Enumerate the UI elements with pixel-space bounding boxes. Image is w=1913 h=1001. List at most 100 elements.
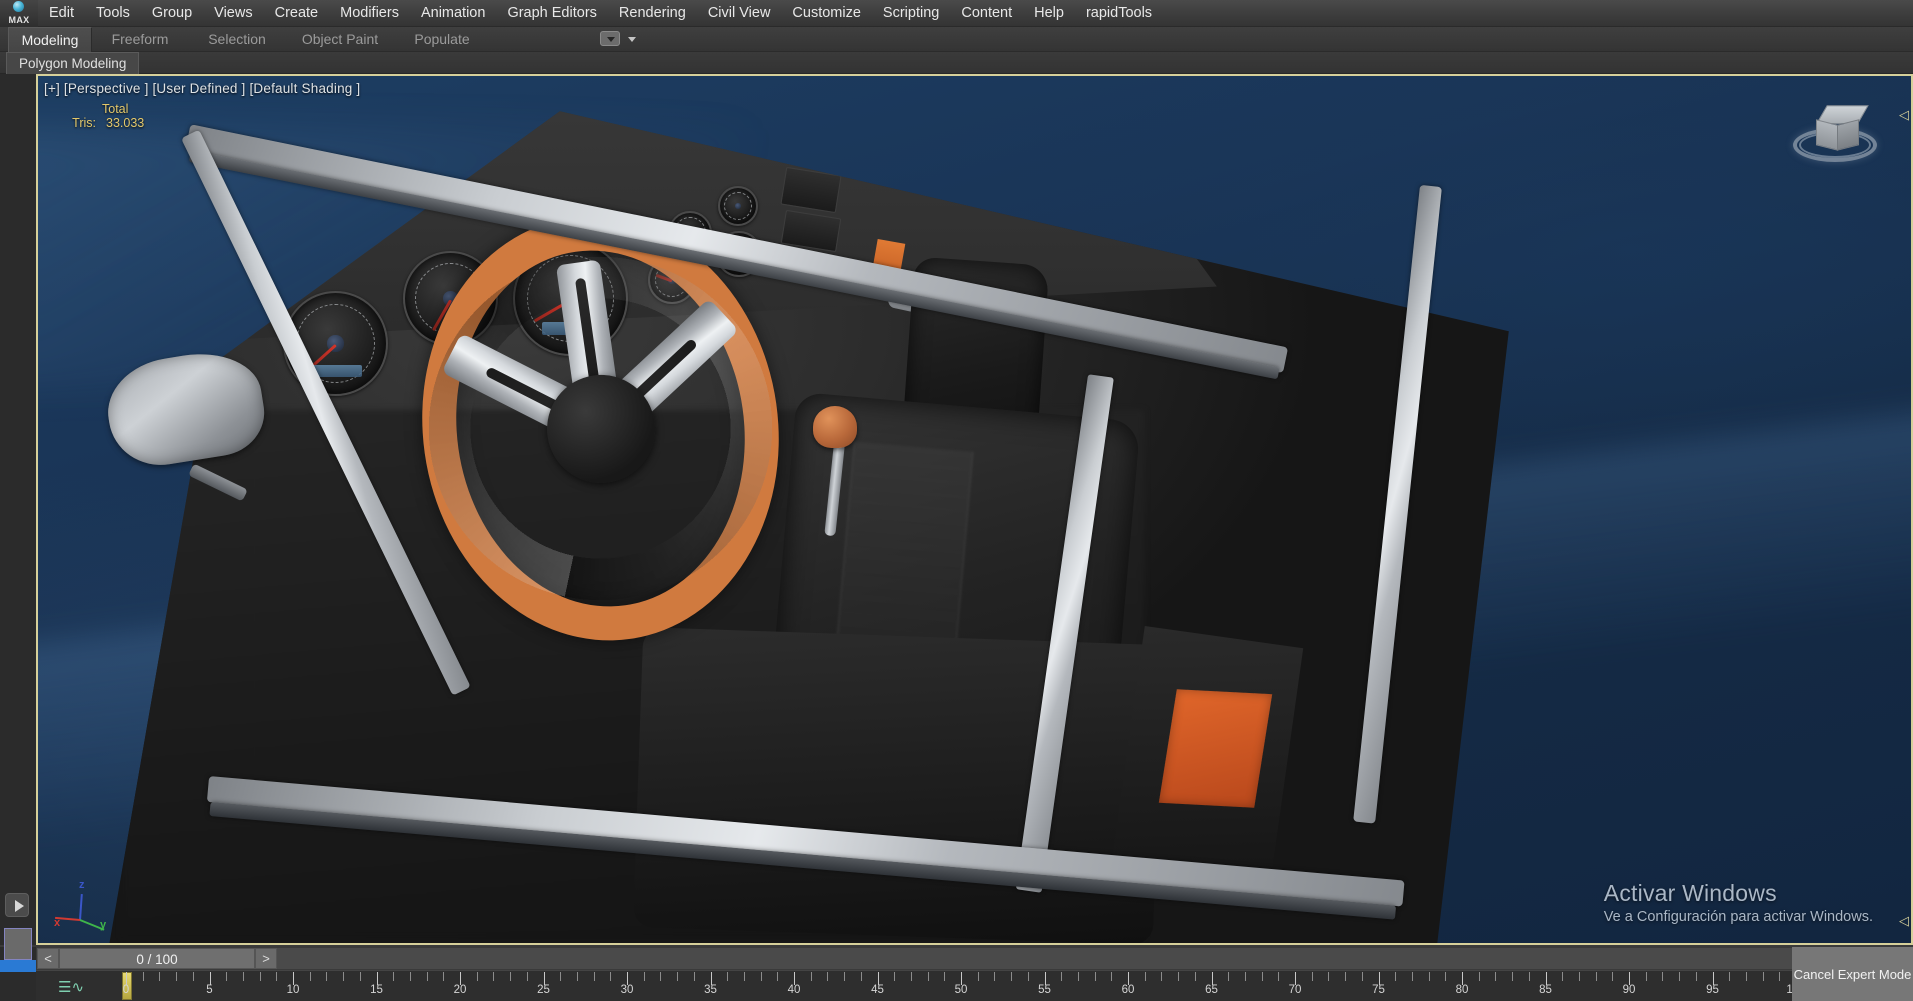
trackbar-tick-minor (894, 972, 895, 981)
menu-item-create[interactable]: Create (264, 0, 330, 27)
trackbar-tick-label: 95 (1706, 984, 1719, 996)
trackbar-tick-minor (911, 972, 912, 981)
menu-item-rendering[interactable]: Rendering (608, 0, 697, 27)
gear-shifter-knob (813, 406, 857, 448)
axis-x-label: x (54, 917, 60, 929)
viewport-edge-marker-top[interactable]: ◁ (1896, 108, 1912, 122)
trackbar-tick-minor (694, 972, 695, 981)
ribbon-tab-populate[interactable]: Populate (396, 27, 488, 52)
view-cube-body[interactable] (1816, 102, 1858, 144)
trackbar-tick-minor (644, 972, 645, 981)
track-view-curve-icon[interactable]: ☰∿ (58, 978, 92, 996)
viewport-statistics: Total Tris: 33.033 (54, 102, 186, 130)
view-cube-face-front[interactable] (1816, 119, 1838, 150)
prev-frame-button[interactable]: < (37, 948, 59, 969)
color-swatch[interactable] (4, 928, 32, 960)
trackbar-tick-minor (1395, 972, 1396, 981)
trackbar-tick-minor (1028, 972, 1029, 981)
trackbar-tick-minor (1095, 972, 1096, 981)
trackbar-tick-minor (1412, 972, 1413, 981)
trackbar-tick-minor (1078, 972, 1079, 981)
trackbar-tick-minor (1529, 972, 1530, 981)
next-frame-button[interactable]: > (255, 948, 277, 969)
menu-item-civil-view[interactable]: Civil View (697, 0, 782, 27)
axis-tripod: z y x (52, 873, 122, 933)
trackbar-tick-minor (777, 972, 778, 981)
menu-item-views[interactable]: Views (203, 0, 263, 27)
trackbar-tick-label: 30 (621, 984, 634, 996)
trackbar-tick-minor (594, 972, 595, 981)
menu-item-edit[interactable]: Edit (38, 0, 85, 27)
trackbar-tick-minor (1328, 972, 1329, 981)
time-slider[interactable]: < 0 / 100 > (36, 947, 1832, 970)
menu-item-animation[interactable]: Animation (410, 0, 496, 27)
menu-item-customize[interactable]: Customize (781, 0, 872, 27)
trackbar-tick-label: 5 (206, 984, 212, 996)
trackbar-tick-minor (744, 972, 745, 981)
menu-item-graph-editors[interactable]: Graph Editors (496, 0, 607, 27)
door-orange-trim (1159, 689, 1272, 808)
trackbar-tick-minor (1312, 972, 1313, 981)
menu-item-rapidtools[interactable]: rapidTools (1075, 0, 1163, 27)
viewport-label[interactable]: [+] [Perspective ] [User Defined ] [Defa… (44, 81, 360, 96)
trackbar-tick-minor (577, 972, 578, 981)
trackbar-tick-minor (660, 972, 661, 981)
play-animation-button[interactable] (5, 893, 29, 917)
trackbar-tick-minor (560, 972, 561, 981)
trackbar-tick-label: 70 (1289, 984, 1302, 996)
trackbar-tick-minor (1145, 972, 1146, 981)
color-swatch-selected[interactable] (0, 960, 36, 972)
trackbar-tick-minor (928, 972, 929, 981)
trackbar-tick-minor (310, 972, 311, 981)
trackbar-tick-minor (477, 972, 478, 981)
trackbar-tick-label: 0 (123, 984, 129, 996)
axis-z-line (79, 894, 83, 920)
viewport-edge-marker-bottom[interactable]: ◁ (1896, 914, 1912, 928)
menu-bar: MAX EditToolsGroupViewsCreateModifiersAn… (0, 0, 1913, 27)
menu-item-content[interactable]: Content (950, 0, 1023, 27)
chevron-down-icon[interactable] (628, 37, 636, 42)
view-cube[interactable] (1791, 96, 1879, 182)
watermark-subtitle: Ve a Configuración para activar Windows. (1604, 909, 1873, 925)
trackbar-tick-minor (360, 972, 361, 981)
ribbon-tab-modeling[interactable]: Modeling (8, 27, 92, 52)
trackbar-tick-minor (944, 972, 945, 981)
trackbar-tick-minor (811, 972, 812, 981)
trackbar-tick-label: 25 (537, 984, 550, 996)
trackbar-tick-minor (1662, 972, 1663, 981)
menu-item-scripting[interactable]: Scripting (872, 0, 950, 27)
ribbon-tab-object-paint[interactable]: Object Paint (288, 27, 392, 52)
trackbar-tick-minor (1161, 972, 1162, 981)
trackbar-tick-minor (994, 972, 995, 981)
track-bar[interactable]: ☰∿ 0510152025303540455055606570758085909… (36, 970, 1832, 1001)
ribbon-tab-selection[interactable]: Selection (190, 27, 284, 52)
trackbar-tick-minor (1495, 972, 1496, 981)
app-logo[interactable]: MAX (0, 0, 38, 27)
cancel-expert-mode-button[interactable]: Cancel Expert Mode (1792, 947, 1913, 1001)
ribbon-tab-freeform[interactable]: Freeform (96, 27, 184, 52)
trackbar-tick-minor (1245, 972, 1246, 981)
panel-title: Polygon Modeling (6, 52, 139, 74)
trackbar-tick-label: 85 (1539, 984, 1552, 996)
menu-item-tools[interactable]: Tools (85, 0, 141, 27)
trackbar-tick-label: 10 (287, 984, 300, 996)
menu-item-group[interactable]: Group (141, 0, 203, 27)
trackbar-tick-minor (1696, 972, 1697, 981)
axis-z-label: z (79, 879, 85, 891)
trackbar-tick-minor (1779, 972, 1780, 981)
ribbon-panel-bar: Polygon Modeling (0, 52, 1913, 74)
view-cube-face-right[interactable] (1837, 119, 1859, 150)
menu-item-help[interactable]: Help (1023, 0, 1075, 27)
trackbar-tick-label: 15 (370, 984, 383, 996)
trackbar-tick-minor (326, 972, 327, 981)
trackbar-tick-minor (176, 972, 177, 981)
trackbar-tick-label: 45 (871, 984, 884, 996)
trackbar-tick-label: 80 (1456, 984, 1469, 996)
trackbar-tick-minor (1362, 972, 1363, 981)
menu-item-modifiers[interactable]: Modifiers (329, 0, 410, 27)
perspective-viewport[interactable]: [+] [Perspective ] [User Defined ] [Defa… (36, 74, 1913, 945)
ribbon-minimize-icon[interactable] (600, 31, 620, 46)
trackbar-tick-minor (978, 972, 979, 981)
trackbar-tick-label: 35 (704, 984, 717, 996)
current-frame-field[interactable]: 0 / 100 (59, 948, 255, 969)
